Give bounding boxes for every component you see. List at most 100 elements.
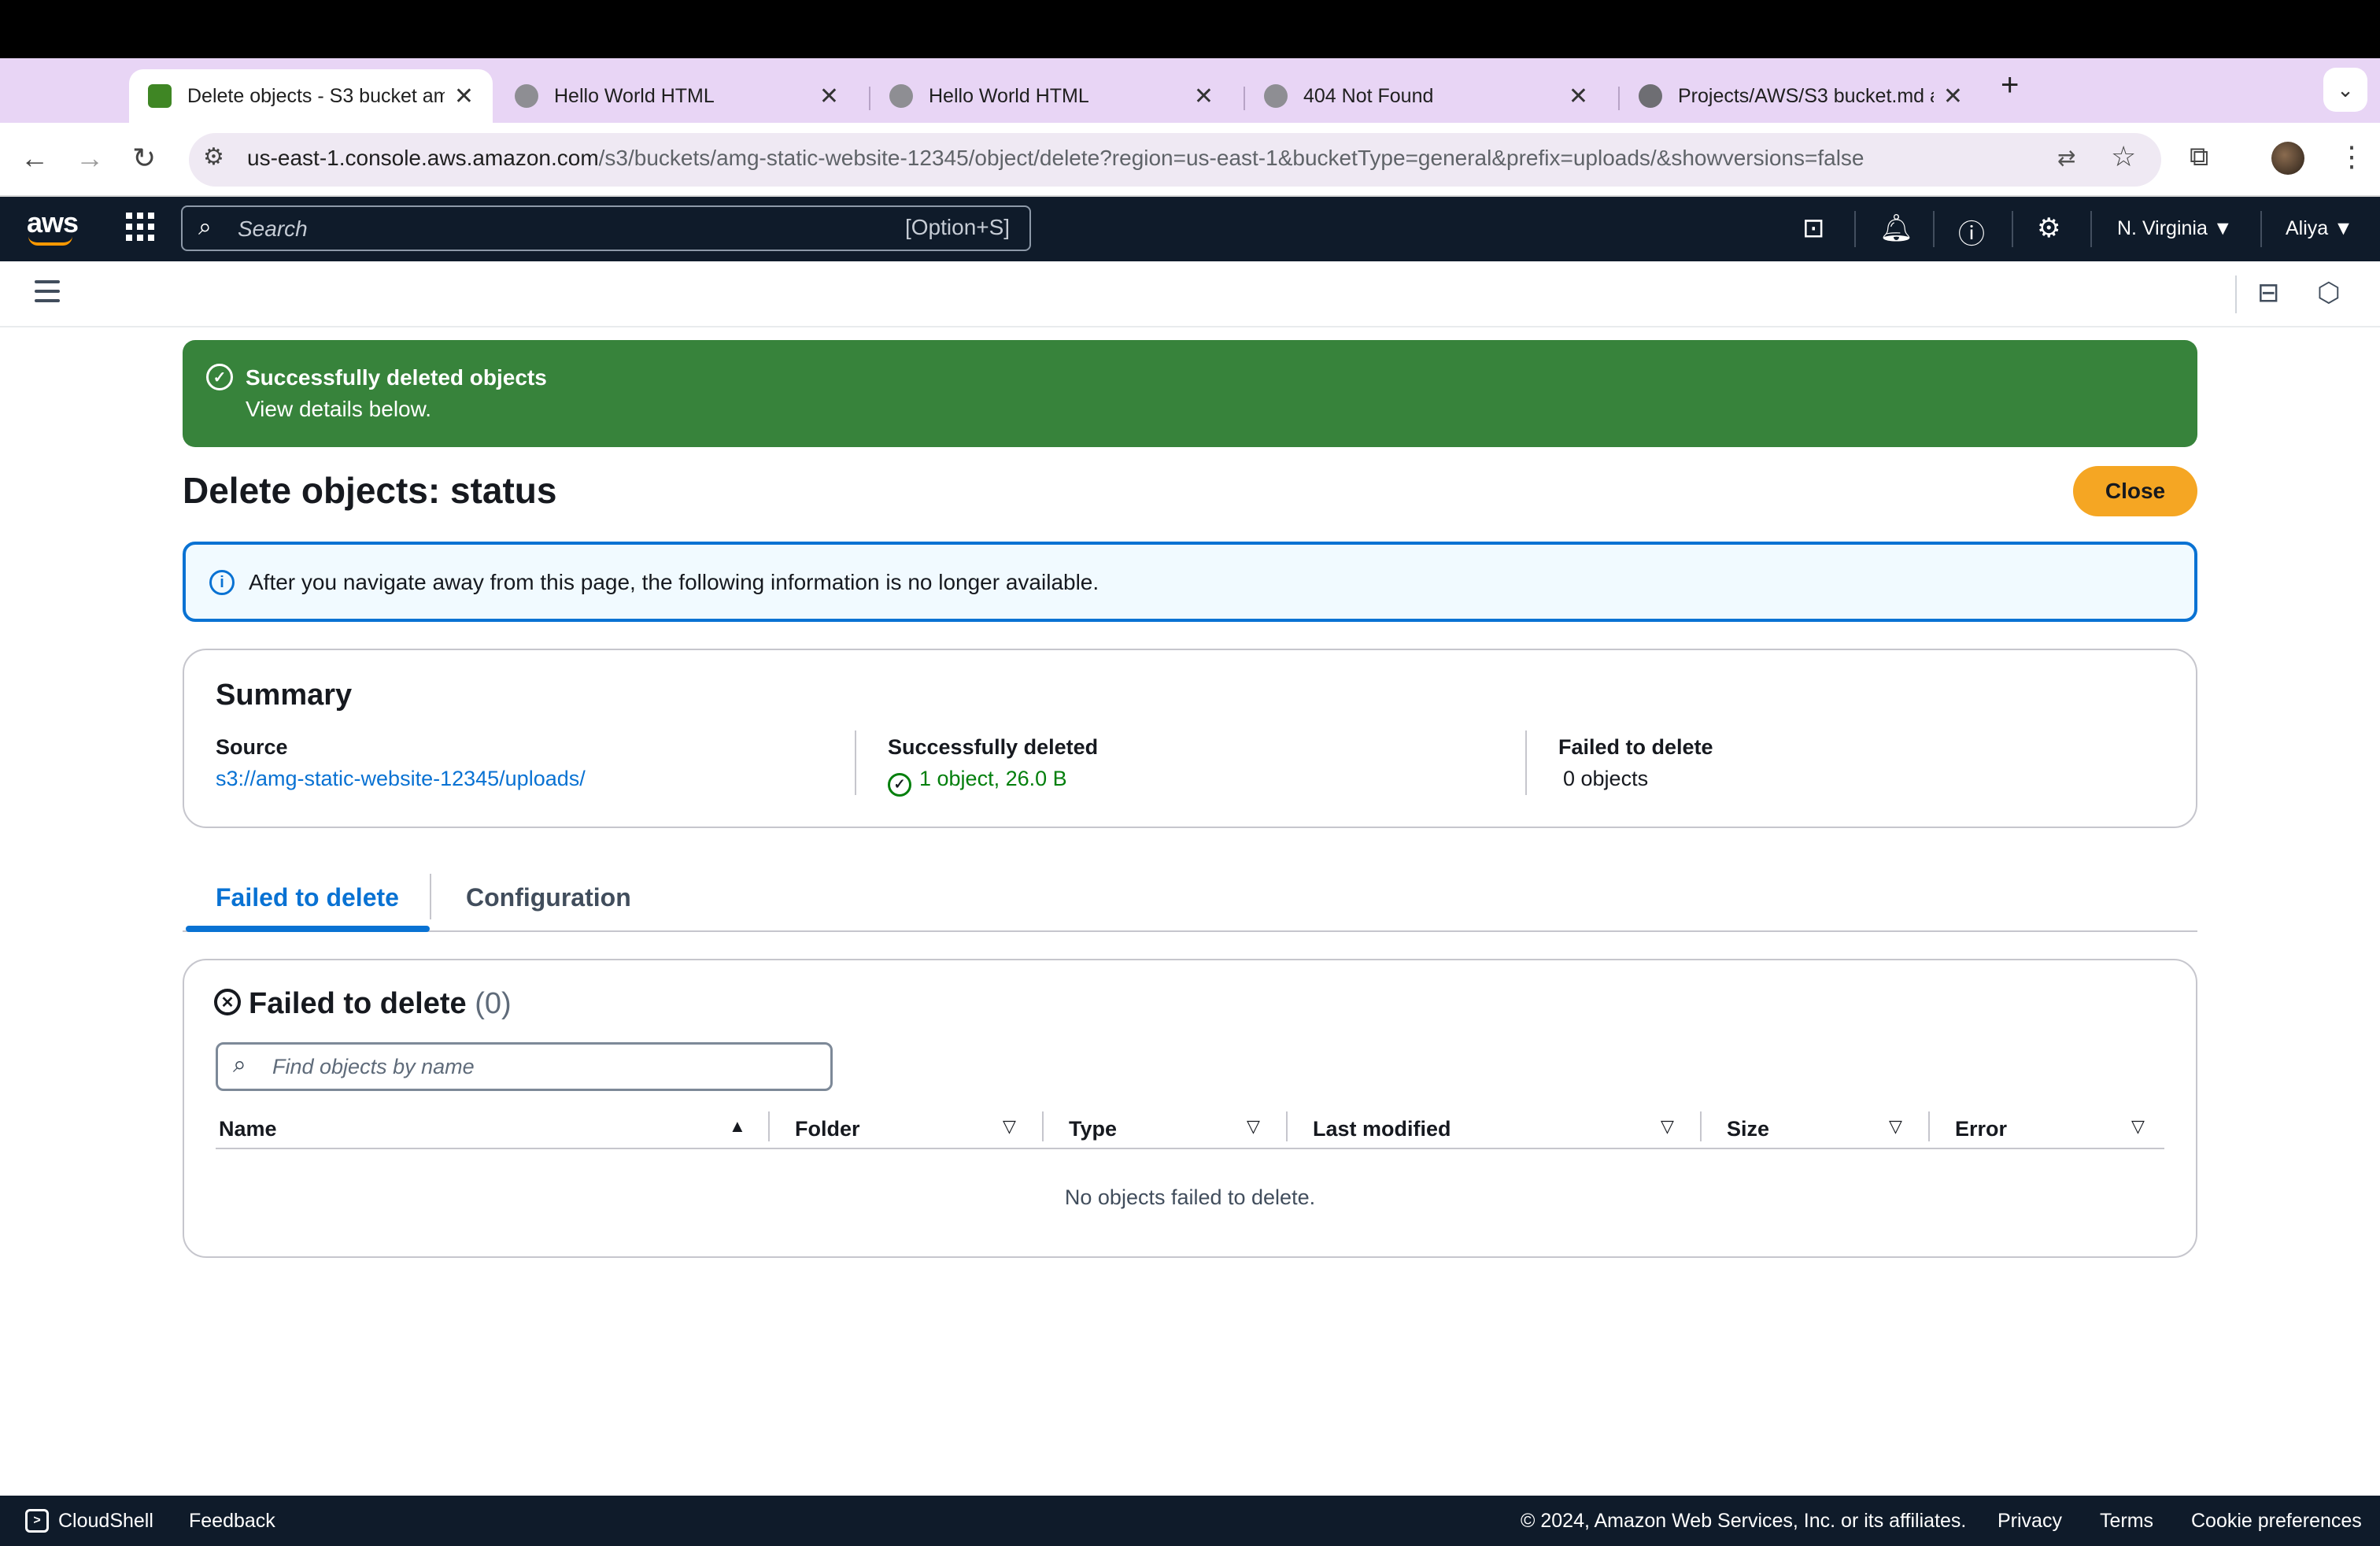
cookie-preferences-link[interactable]: Cookie preferences <box>2191 1510 2362 1533</box>
extensions-icon[interactable]: ⧉ <box>2190 142 2208 172</box>
success-flashbar <box>183 340 2197 447</box>
settings-gear-icon[interactable]: ⚙ <box>2037 213 2060 244</box>
tab-search-button[interactable]: ⌄ <box>2323 68 2367 112</box>
failed-value: 0 objects <box>1563 767 1649 790</box>
sort-icon[interactable]: ▽ <box>1889 1116 1902 1137</box>
tab-configuration[interactable]: Configuration <box>466 883 631 912</box>
browser-tab-active[interactable]: Delete objects - S3 bucket am ✕ <box>129 69 493 123</box>
column-header-error[interactable]: Error <box>1955 1113 2007 1145</box>
sort-icon[interactable]: ▽ <box>1003 1116 1016 1137</box>
profile-avatar[interactable] <box>2271 142 2304 175</box>
caret-down-icon: ▼ <box>2334 217 2353 239</box>
terms-link[interactable]: Terms <box>2100 1510 2153 1533</box>
browser-tab[interactable]: Hello World HTML ✕ <box>870 69 1232 123</box>
column-label: Last modified <box>1313 1116 1451 1141</box>
sort-icon[interactable]: ▽ <box>1661 1116 1674 1137</box>
region-selector[interactable]: N. Virginia ▼ <box>2117 217 2233 240</box>
column-separator[interactable] <box>1700 1111 1702 1141</box>
column-header-type[interactable]: Type <box>1069 1113 1117 1145</box>
column-separator[interactable] <box>1042 1111 1044 1141</box>
failed-label: Failed to delete <box>1558 735 1713 759</box>
close-button[interactable]: Close <box>2073 466 2197 516</box>
column-separator[interactable] <box>1928 1111 1930 1141</box>
new-tab-button[interactable]: + <box>2001 68 2019 103</box>
notifications-bell-icon[interactable]: 🔔︎ <box>1879 213 1913 244</box>
aws-search-box[interactable] <box>181 205 1031 251</box>
services-grid-icon[interactable] <box>126 213 154 241</box>
close-tab-icon[interactable]: ✕ <box>1943 83 1963 110</box>
failed-table-title-text: Failed to delete <box>249 987 467 1020</box>
browser-tab[interactable]: Projects/AWS/S3 bucket.md a ✕ <box>1620 69 1982 123</box>
globe-icon <box>515 84 538 108</box>
account-name: Aliya <box>2286 217 2329 239</box>
error-x-icon: ✕ <box>214 989 241 1015</box>
column-label: Name <box>219 1116 277 1141</box>
source-link[interactable]: s3://amg-static-website-12345/uploads/ <box>216 767 586 790</box>
hexagon-settings-icon[interactable]: ⬡ <box>2317 277 2341 309</box>
os-menu-bar <box>0 0 2380 58</box>
sort-icon[interactable]: ▽ <box>1247 1116 1260 1137</box>
browser-tab[interactable]: 404 Not Found ✕ <box>1245 69 1607 123</box>
globe-icon <box>889 84 913 108</box>
cloudshell-link[interactable]: CloudShell <box>58 1510 153 1533</box>
browser-tab[interactable]: Hello World HTML ✕ <box>496 69 858 123</box>
success-check-icon: ✓ <box>888 772 911 797</box>
nav-separator <box>2012 211 2013 247</box>
find-objects-input[interactable] <box>272 1047 823 1086</box>
search-icon: ⌕ <box>233 1052 246 1078</box>
bookmark-star-icon[interactable]: ☆ <box>2111 140 2136 173</box>
deleted-label: Successfully deleted <box>888 735 1099 759</box>
cloudshell-icon[interactable]: > <box>25 1509 49 1533</box>
browser-tab-title: Hello World HTML <box>554 84 715 107</box>
privacy-link[interactable]: Privacy <box>1998 1510 2062 1533</box>
translate-icon[interactable]: ⇄ <box>2057 145 2075 171</box>
tab-failed-to-delete-label[interactable]: Failed to delete <box>216 883 399 912</box>
table-header-divider <box>216 1148 2164 1149</box>
column-header-last-modified[interactable]: Last modified <box>1313 1113 1451 1145</box>
caret-down-icon: ▼ <box>2212 217 2233 239</box>
site-info-icon[interactable]: ⚙ <box>203 143 224 171</box>
chevron-down-icon: ⌄ <box>2337 77 2354 102</box>
column-header-folder[interactable]: Folder <box>795 1113 860 1145</box>
column-header-name[interactable]: Name <box>219 1113 277 1145</box>
help-icon[interactable]: ⓘ <box>1958 213 1985 251</box>
nav-separator <box>2260 211 2262 247</box>
close-tab-icon[interactable]: ✕ <box>454 83 474 110</box>
console-subbar <box>0 261 2380 327</box>
column-separator[interactable] <box>768 1111 770 1141</box>
browser-menu-icon[interactable]: ⋮ <box>2338 140 2366 173</box>
github-icon <box>1639 84 1662 108</box>
browser-tab-title: Projects/AWS/S3 bucket.md a <box>1678 84 1934 107</box>
column-separator[interactable] <box>1286 1111 1288 1141</box>
sort-icon[interactable]: ▽ <box>2131 1116 2145 1137</box>
close-tab-icon[interactable]: ✕ <box>1194 83 1214 110</box>
deleted-value-group: ✓ 1 object, 26.0 B <box>888 767 1067 797</box>
forward-arrow-icon[interactable]: → <box>76 142 104 175</box>
summary-separator <box>855 730 856 795</box>
reload-icon[interactable]: ↻ <box>132 142 156 175</box>
url-text[interactable]: us-east-1.console.aws.amazon.com/s3/buck… <box>247 146 1864 171</box>
browser-tab-title: Delete objects - S3 bucket am <box>187 84 445 107</box>
summary-separator <box>1525 730 1527 795</box>
close-tab-icon[interactable]: ✕ <box>819 83 839 110</box>
column-label: Size <box>1727 1116 1770 1141</box>
copyright-text: © 2024, Amazon Web Services, Inc. or its… <box>1521 1510 1967 1532</box>
aws-logo-smile <box>28 236 72 246</box>
url-host: us-east-1.console.aws.amazon.com <box>247 146 599 170</box>
aws-search-placeholder[interactable]: Search <box>238 216 308 242</box>
account-menu[interactable]: Aliya ▼ <box>2286 217 2353 240</box>
back-arrow-icon[interactable]: ← <box>20 142 49 175</box>
aws-s3-icon <box>148 84 172 108</box>
sort-ascending-icon[interactable]: ▲ <box>729 1116 746 1137</box>
flash-title: Successfully deleted objects <box>246 365 547 390</box>
browser-tab-title: 404 Not Found <box>1303 84 1434 107</box>
side-panel-icon[interactable]: ⊟ <box>2257 277 2280 309</box>
aws-logo[interactable]: aws <box>27 206 79 239</box>
hamburger-menu-icon[interactable] <box>35 280 60 302</box>
feedback-link[interactable]: Feedback <box>189 1510 275 1533</box>
flash-subtitle: View details below. <box>246 397 432 421</box>
tab-divider <box>430 874 431 919</box>
column-header-size[interactable]: Size <box>1727 1113 1769 1145</box>
close-tab-icon[interactable]: ✕ <box>1569 83 1588 110</box>
cloudshell-icon[interactable]: ⊡ <box>1802 213 1825 244</box>
